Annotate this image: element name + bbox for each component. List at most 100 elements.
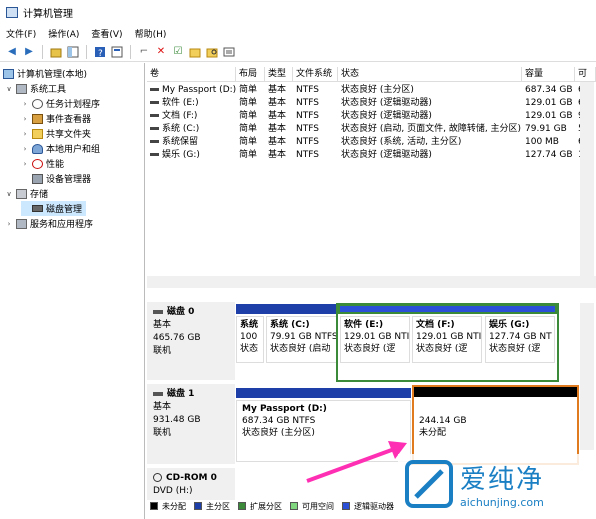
partition-size: 244.14 GB — [419, 416, 467, 426]
tree-item-services[interactable]: › 服务和应用程序 — [5, 216, 93, 231]
partition-g[interactable]: 娱乐 (G:) 127.74 GB NT 状态良好 (逻 — [485, 316, 555, 363]
partition-c[interactable]: 系统 (C:) 79.91 GB NTFS 状态良好 (启动 — [266, 316, 337, 363]
chevron-right-icon[interactable]: › — [21, 130, 29, 138]
tree-item-shared-folders[interactable]: › 共享文件夹 — [21, 126, 91, 141]
volume-name: 娱乐 (G:) — [162, 150, 200, 160]
chevron-right-icon[interactable]: › — [5, 220, 13, 228]
column-header[interactable]: 可 — [575, 67, 596, 82]
partition-system-reserved[interactable]: 系统 100 状态 — [236, 316, 264, 363]
disk-1-size: 931.48 GB — [153, 415, 201, 425]
disk-0-type: 基本 — [153, 320, 172, 330]
partition-name: 系统 (C:) — [270, 320, 310, 330]
table-row[interactable]: My Passport (D:) 简单 基本 NTFS 状态良好 (主分区) 687.34… — [147, 84, 596, 97]
table-vertical-scrollbar[interactable] — [580, 82, 594, 279]
chevron-down-icon[interactable]: ∨ — [5, 85, 13, 93]
column-header[interactable]: 文件系统 — [293, 67, 338, 82]
disk-0-status: 联机 — [153, 346, 172, 356]
legend-swatch — [342, 502, 350, 510]
back-arrow-icon[interactable]: ◀ — [5, 45, 19, 59]
tree-item-disk-management[interactable]: 磁盘管理 — [21, 201, 87, 216]
table-row[interactable]: 娱乐 (G:)简单基本NTFS状态良好 (逻辑驱动器)127.74 GB11 — [147, 149, 596, 162]
table-row[interactable]: 文档 (F:)简单基本NTFS状态良好 (逻辑驱动器)129.01 GB94 — [147, 110, 596, 123]
disk-0-info[interactable]: 磁盘 0 基本 465.76 GB 联机 — [147, 302, 235, 380]
table-cell: 软件 (E:) — [147, 97, 236, 110]
disk-1-info[interactable]: 磁盘 1 基本 931.48 GB 联机 — [147, 384, 235, 464]
disk-vertical-scrollbar[interactable] — [580, 303, 594, 450]
column-header[interactable]: 类型 — [265, 67, 293, 82]
partition-status: 状态良好 (逻 — [489, 344, 541, 354]
tree-item-label: 服务和应用程序 — [30, 220, 94, 230]
menu-action[interactable]: 操作(A) — [48, 27, 79, 40]
table-cell: 简单 — [239, 124, 258, 134]
tree-item-local-users[interactable]: › 本地用户和组 — [21, 141, 100, 156]
forward-arrow-icon[interactable]: ▶ — [22, 45, 36, 59]
watermark-url: aichunjing.com — [460, 496, 544, 509]
table-cell: 简单 — [239, 150, 258, 160]
services-icon — [16, 218, 27, 229]
help-icon[interactable]: ? — [93, 45, 107, 59]
partition-f[interactable]: 文档 (F:) 129.01 GB NTI 状态良好 (逻 — [412, 316, 482, 363]
chevron-down-icon[interactable]: ∨ — [5, 190, 13, 198]
table-row[interactable]: 软件 (E:)简单基本NTFS状态良好 (逻辑驱动器)129.01 GB66 — [147, 97, 596, 110]
partition-name: My Passport (D:) — [242, 404, 327, 414]
check-icon[interactable]: ☑ — [171, 45, 185, 59]
tree-item-device-manager[interactable]: 设备管理器 — [32, 171, 91, 186]
table-cell: 系统保留 — [147, 136, 236, 149]
menu-view[interactable]: 查看(V) — [91, 27, 122, 40]
disk-0-size: 465.76 GB — [153, 333, 201, 343]
list-icon[interactable] — [222, 45, 236, 59]
table-row[interactable]: 系统 (C:) 简单 基本 NTFS 状态良好 (启动, 页面文件, 故障转储, 主分区… — [147, 123, 596, 136]
menu-file[interactable]: 文件(F) — [6, 27, 36, 40]
table-row[interactable]: 系统保留简单基本NTFS状态良好 (系统, 活动, 主分区)100 MB65 — [147, 136, 596, 149]
column-header[interactable]: 状态 — [338, 67, 522, 82]
chevron-right-icon[interactable]: › — [21, 160, 29, 168]
legend-swatch — [194, 502, 202, 510]
navigation-tree: 计算机管理(本地) ∨ 系统工具 › 任务计划程序 › 事件查看器 › 共享文件… — [0, 63, 145, 519]
legend-label: 可用空间 — [302, 501, 334, 511]
connect-icon[interactable]: ⌐ — [137, 45, 151, 59]
partition-e[interactable]: 软件 (E:) 129.01 GB NTI 状态良好 (逻 — [340, 316, 410, 363]
partition-size: 100 — [240, 332, 258, 342]
legend-label: 逻辑驱动器 — [354, 501, 394, 511]
volume-icon — [150, 140, 159, 143]
watermark-brand: 爱纯净 — [460, 465, 545, 495]
column-header[interactable]: 容量 — [522, 67, 575, 82]
volume-table-header: 卷 布局 类型 文件系统 状态 容量 可 — [147, 67, 596, 82]
tree-item-label: 磁盘管理 — [46, 205, 83, 215]
volume-icon — [150, 101, 159, 104]
volume-icon — [150, 127, 159, 130]
table-horizontal-scrollbar[interactable] — [147, 276, 596, 288]
table-cell: My Passport (D:) — [147, 84, 236, 97]
tree-item-storage[interactable]: ∨ 存储 — [5, 186, 48, 201]
shared-folder-icon — [32, 128, 43, 139]
delete-icon[interactable]: ✕ — [154, 45, 168, 59]
tree-item-root[interactable]: 计算机管理(本地) — [3, 66, 87, 81]
folder-icon[interactable] — [188, 45, 202, 59]
main-panel: 卷 布局 类型 文件系统 状态 容量 可 My Passport (D:) 简单基… — [147, 63, 596, 519]
partition-name: 娱乐 (G:) — [489, 320, 530, 330]
cdrom-drive: DVD (H:) — [153, 486, 193, 496]
column-header[interactable]: 布局 — [236, 67, 265, 82]
tree-item-label: 本地用户和组 — [46, 145, 101, 155]
show-hide-tree-icon[interactable] — [66, 45, 80, 59]
up-folder-icon[interactable] — [49, 45, 63, 59]
table-cell: NTFS — [296, 150, 319, 160]
chevron-right-icon[interactable]: › — [21, 115, 29, 123]
chevron-right-icon[interactable]: › — [21, 100, 29, 108]
event-viewer-icon — [32, 113, 43, 124]
table-cell: 基本 — [268, 98, 287, 108]
legend-swatch — [150, 502, 158, 510]
volume-icon — [150, 88, 159, 91]
tree-item-event-viewer[interactable]: › 事件查看器 — [21, 111, 91, 126]
table-cell: 基本 — [268, 150, 287, 160]
tree-item-performance[interactable]: › 性能 — [21, 156, 64, 171]
column-header[interactable]: 卷 — [147, 67, 236, 82]
volume-name: My Passport (D:) — [162, 85, 236, 95]
menu-help[interactable]: 帮助(H) — [135, 27, 167, 40]
cdrom-info[interactable]: CD-ROM 0 DVD (H:) — [147, 468, 235, 500]
tree-item-task-scheduler[interactable]: › 任务计划程序 — [21, 96, 100, 111]
tree-item-system-tools[interactable]: ∨ 系统工具 — [5, 81, 66, 96]
chevron-right-icon[interactable]: › — [21, 145, 29, 153]
properties-icon[interactable] — [110, 45, 124, 59]
search-folder-icon[interactable] — [205, 45, 219, 59]
